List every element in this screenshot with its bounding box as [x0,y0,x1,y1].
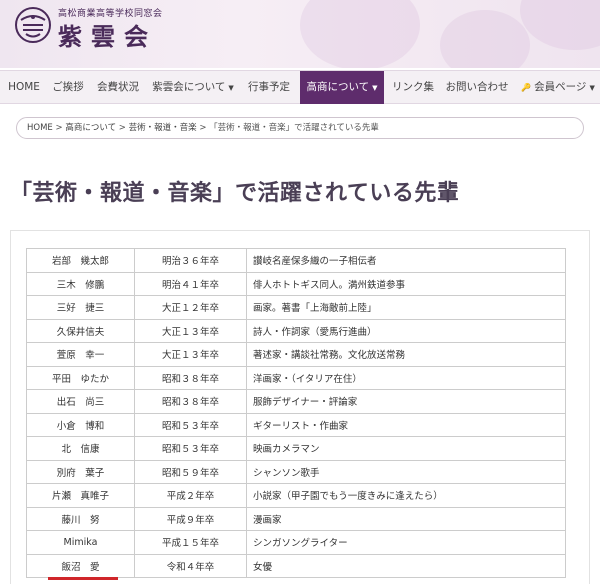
nav-item-member-page[interactable]: 🔑 会員ページ ▼ [518,71,598,104]
nav-item-fee-status[interactable]: 会費状況 [94,71,142,104]
graduation-year: 大正１３年卒 [134,318,247,343]
alumni-description: 俳人ホトトギス同人。満州鉄道参事 [246,271,566,296]
alumni-name: 別府 葉子 [26,459,135,484]
alumni-name: 久保井信夫 [26,318,135,343]
alumni-description: 服飾デザイナー・評論家 [246,389,566,414]
nav-item-links[interactable]: リンク集 [390,71,436,104]
logo-icon[interactable] [14,6,52,44]
nav-item-label: 会費状況 [97,81,139,93]
table-row: 久保井信夫 大正１３年卒 詩人・作詞家（愛馬行進曲） [26,318,566,343]
table-row: 片瀬 真唯子 平成２年卒 小説家（甲子園でもう一度きみに逢えたら） [26,483,566,508]
alumni-description: 漫画家 [246,506,566,531]
table-row: 北 信康 昭和５３年卒 映画カメラマン [26,436,566,461]
breadcrumb-separator: > [52,123,66,133]
graduation-year: 平成２年卒 [134,483,247,508]
alumni-description: 映画カメラマン [246,436,566,461]
table-row: 萱原 幸一 大正１３年卒 著述家・講談社常務。文化放送常務 [26,342,566,367]
page-title: 「芸術・報道・音楽」で活躍されている先輩 [10,180,460,206]
graduation-year: 昭和５９年卒 [134,459,247,484]
chevron-down-icon: ▼ [228,84,234,92]
nav-item-label: 高商について [306,81,370,93]
site-header: 高松商業高等学校同窓会 紫雲会 [0,0,600,68]
header-decoration [440,10,530,68]
table-row: 岩部 幾太郎 明治３６年卒 讃岐名産保多織の一子相伝者 [26,248,566,273]
alumni-description: 著述家・講談社常務。文化放送常務 [246,342,566,367]
key-icon: 🔑 [521,83,532,92]
alumni-name: 萱原 幸一 [26,342,135,367]
alumni-name: 小倉 博和 [26,412,135,437]
graduation-year: 大正１３年卒 [134,342,247,367]
alumni-name: 三好 捷三 [26,295,135,320]
alumni-description: 女優 [246,553,566,578]
breadcrumb-home[interactable]: HOME [27,123,53,133]
site-brand[interactable]: 紫雲会 [58,17,157,52]
table-row: 小倉 博和 昭和５３年卒 ギターリスト・作曲家 [26,412,566,437]
graduation-year: 昭和５３年卒 [134,436,247,461]
main-nav: HOME ご挨拶 会費状況 紫雲会について ▼ 行事予定 高商について ▼ リンク集… [0,70,600,104]
nav-item-events[interactable]: 行事予定 [244,71,294,104]
table-row: 別府 葉子 昭和５９年卒 シャンソン歌手 [26,459,566,484]
nav-item-greeting[interactable]: ご挨拶 [48,71,88,104]
breadcrumb: HOME > 高商について > 芸術・報道・音楽 > 「芸術・報道・音楽」で活躍… [16,117,584,139]
graduation-year: 明治３６年卒 [134,248,247,273]
graduation-year: 明治４１年卒 [134,271,247,296]
chevron-down-icon: ▼ [372,84,378,92]
alumni-name: 三木 修鵬 [26,271,135,296]
nav-item-about-shiunkai[interactable]: 紫雲会について ▼ [148,71,238,104]
graduation-year: 平成９年卒 [134,506,247,531]
header-decoration [520,0,600,50]
header-decoration [300,0,420,68]
graduation-year: 平成１５年卒 [134,530,247,555]
nav-item-label: リンク集 [392,81,434,93]
nav-item-contact[interactable]: お問い合わせ [444,71,510,104]
alumni-name: 出石 尚三 [26,389,135,414]
alumni-name: 北 信康 [26,436,135,461]
nav-item-label: お問い合わせ [445,81,509,93]
graduation-year: 昭和３８年卒 [134,389,247,414]
table-row: 飯沼 愛令和４年卒 女優 [26,553,566,578]
graduation-year: 昭和３８年卒 [134,365,247,390]
table-row: Mimika 平成１５年卒 シンガソングライター [26,530,566,555]
nav-item-label: 紫雲会について [152,81,226,93]
breadcrumb-separator: > [116,123,129,133]
alumni-description: シンガソングライター [246,530,566,555]
graduation-year: 大正１２年卒 [134,295,247,320]
alumni-name: 片瀬 真唯子 [26,483,135,508]
nav-item-home[interactable]: HOME [4,71,44,104]
alumni-name: 平田 ゆたか [26,365,135,390]
graduation-year: 令和４年卒 [134,553,247,578]
nav-item-label: 行事予定 [248,81,290,93]
alumni-description: 画家。著書「上海敵前上陸」 [246,295,566,320]
breadcrumb-category[interactable]: 芸術・報道・音楽 [129,123,197,133]
alumni-name: Mimika [26,530,135,555]
breadcrumb-current: 「芸術・報道・音楽」で活躍されている先輩 [209,123,379,133]
table-row: 出石 尚三 昭和３８年卒 服飾デザイナー・評論家 [26,389,566,414]
nav-item-about-school[interactable]: 高商について ▼ [300,71,384,104]
table-row: 平田 ゆたか 昭和３８年卒 洋画家・（イタリア在住） [26,365,566,390]
alumni-description: 讃岐名産保多織の一子相伝者 [246,248,566,273]
alumni-description: シャンソン歌手 [246,459,566,484]
breadcrumb-parent[interactable]: 高商について [65,123,116,133]
nav-item-label: 会員ページ [534,81,587,93]
table-row: 三好 捷三 大正１２年卒 画家。著書「上海敵前上陸」 [26,295,566,320]
alumni-description: 詩人・作詞家（愛馬行進曲） [246,318,566,343]
alumni-description: 小説家（甲子園でもう一度きみに逢えたら） [246,483,566,508]
breadcrumb-separator: > [196,123,210,133]
chevron-down-icon: ▼ [589,84,595,92]
nav-item-label: ご挨拶 [52,81,84,93]
alumni-table: 岩部 幾太郎 明治３６年卒 讃岐名産保多織の一子相伝者 三木 修鵬 明治４１年卒 俳人ホ… [26,248,566,578]
alumni-name: 藤川 努 [26,506,135,531]
alumni-description: 洋画家・（イタリア在住） [246,365,566,390]
graduation-year: 昭和５３年卒 [134,412,247,437]
table-row: 三木 修鵬 明治４１年卒 俳人ホトトギス同人。満州鉄道参事 [26,271,566,296]
alumni-name: 飯沼 愛 [26,553,135,578]
highlight-underline [48,577,118,580]
table-row: 藤川 努平成９年卒 漫画家 [26,506,566,531]
alumni-description: ギターリスト・作曲家 [246,412,566,437]
alumni-name: 岩部 幾太郎 [26,248,135,273]
nav-item-label: HOME [8,81,40,93]
